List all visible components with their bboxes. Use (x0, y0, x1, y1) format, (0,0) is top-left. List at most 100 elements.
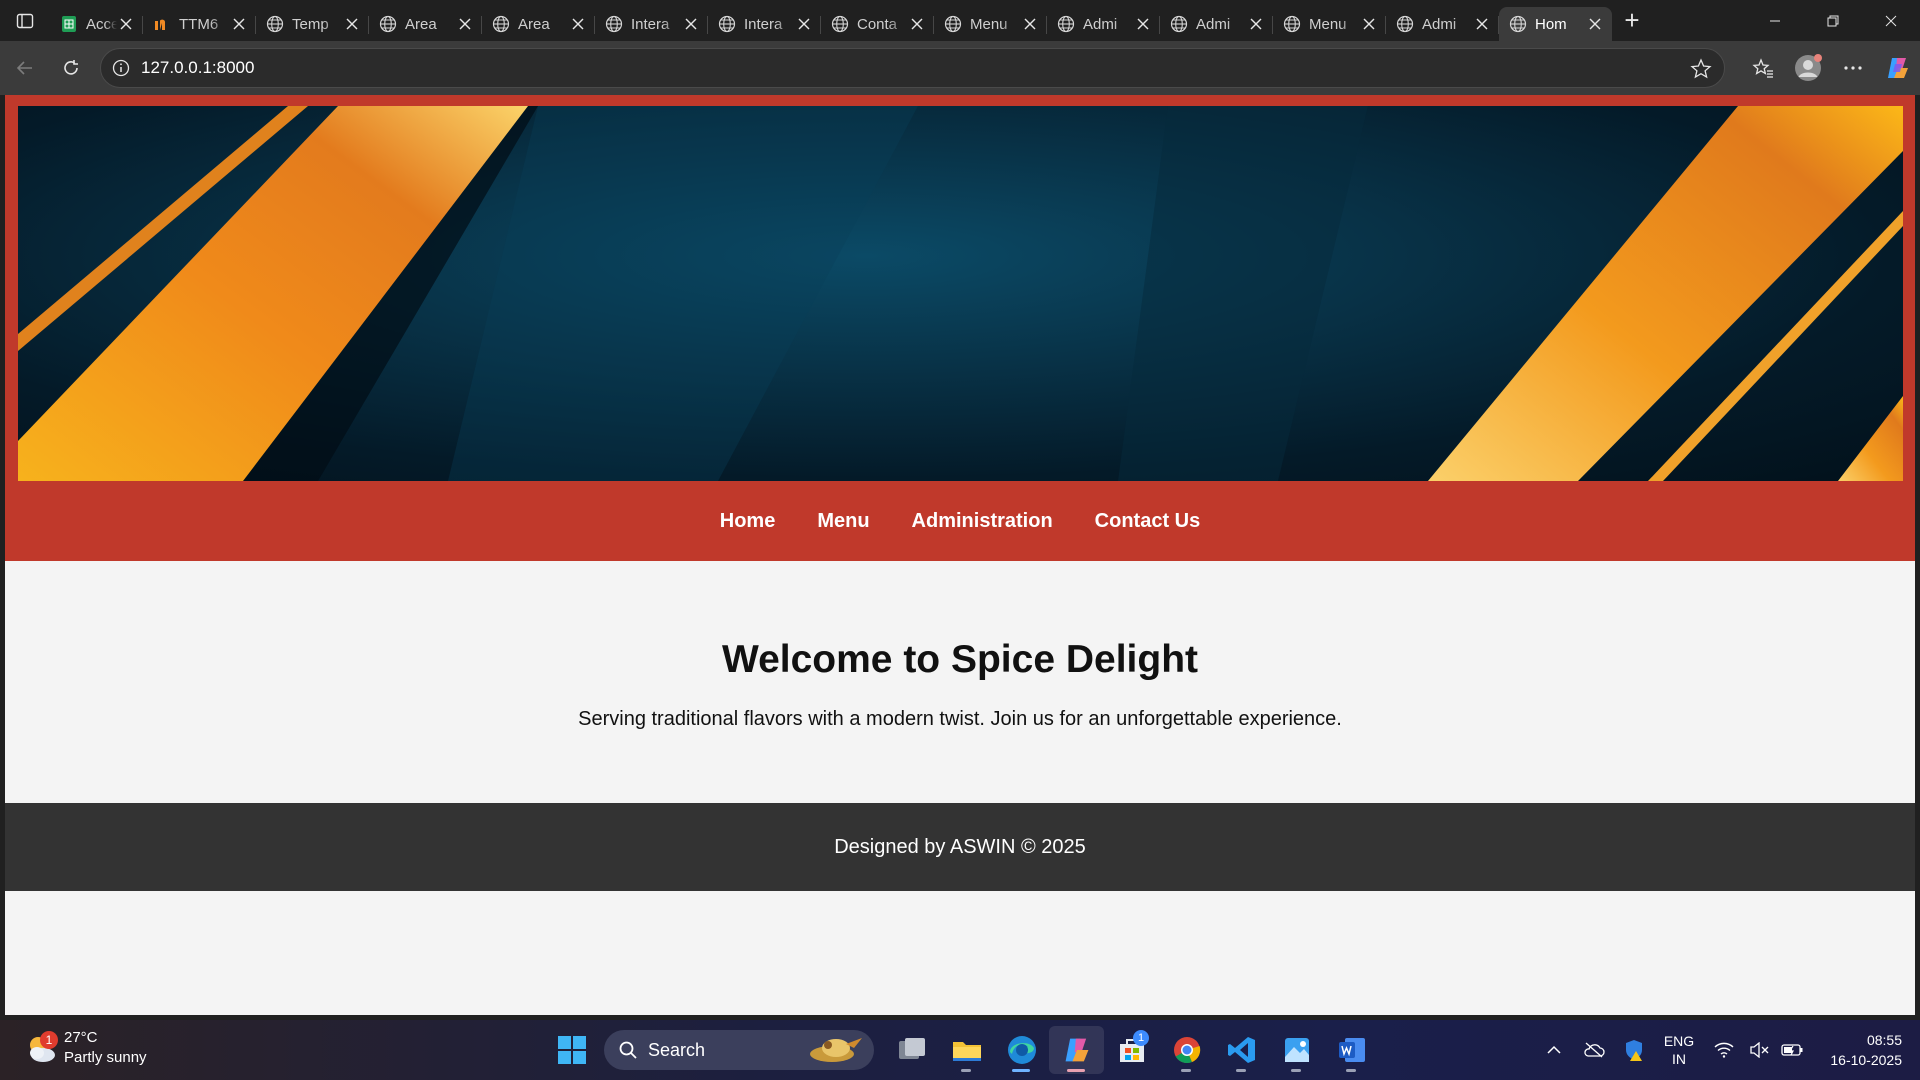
cloud-offline-icon (1584, 1042, 1605, 1058)
security-button[interactable] (1614, 1039, 1654, 1061)
page-title: Welcome to Spice Delight (721, 638, 1199, 681)
copilot-icon (1887, 58, 1908, 78)
banner-graphic (18, 106, 1903, 481)
chrome-icon (1173, 1037, 1200, 1064)
shield-warning-icon (1626, 1040, 1642, 1061)
browser-tab[interactable]: Menu (1273, 7, 1386, 41)
refresh-button[interactable] (48, 48, 94, 88)
close-icon[interactable] (908, 15, 926, 33)
vscode-icon (1227, 1037, 1255, 1063)
battery-button[interactable] (1774, 1043, 1810, 1057)
close-icon[interactable] (343, 15, 361, 33)
globe-icon (1509, 15, 1527, 33)
volume-muted-icon (1750, 1042, 1769, 1058)
minimize-icon (1770, 20, 1780, 21)
tab-title: Conta (857, 15, 898, 33)
nav-contact-us-link[interactable]: Contact Us (1095, 510, 1201, 533)
word-app[interactable] (1324, 1026, 1379, 1074)
close-icon[interactable] (1586, 15, 1604, 33)
globe-icon (1283, 15, 1301, 33)
browser-tab[interactable]: Conta (821, 7, 934, 41)
photos-app[interactable] (1269, 1026, 1324, 1074)
task-view-button[interactable] (884, 1026, 939, 1074)
vscode-app[interactable] (1214, 1026, 1269, 1074)
site-info-icon[interactable] (101, 59, 141, 77)
microsoft-store-app[interactable]: 1 (1104, 1026, 1159, 1074)
close-icon[interactable] (456, 15, 474, 33)
weather-temperature: 27°C (64, 1029, 98, 1046)
taskbar-search[interactable]: Search (604, 1030, 874, 1070)
tab-strip: Access TTM6 Temp Area Area Intera Intera Conta M… (0, 0, 1920, 41)
nav-administration-link[interactable]: Administration (912, 510, 1053, 533)
new-tab-button[interactable]: + (1612, 0, 1652, 41)
more-options-button[interactable] (1830, 48, 1875, 88)
close-icon[interactable] (1134, 15, 1152, 33)
restore-icon (1827, 15, 1839, 26)
browser-tab[interactable]: Admi (1160, 7, 1273, 41)
tab-actions-button[interactable] (0, 0, 50, 41)
close-icon[interactable] (117, 15, 135, 33)
start-button[interactable] (548, 1026, 596, 1074)
browser-tab[interactable]: Admi (1386, 7, 1499, 41)
back-button[interactable] (2, 48, 48, 88)
search-label: Search (648, 1039, 706, 1060)
weather-widget[interactable]: 1 27°C Partly sunny (24, 1028, 147, 1068)
close-icon (1885, 15, 1897, 26)
edge-app[interactable] (994, 1026, 1049, 1074)
language-indicator[interactable]: ENG IN (1654, 1032, 1704, 1068)
site-footer: Designed by ASWIN © 2025 (5, 803, 1915, 891)
nav-menu-link[interactable]: Menu (817, 510, 869, 533)
close-icon[interactable] (1473, 15, 1491, 33)
browser-tab[interactable]: TTM6 (143, 7, 256, 41)
close-window-button[interactable] (1862, 0, 1920, 41)
tab-title: Menu (970, 15, 1008, 33)
browser-tab[interactable]: Access (50, 7, 143, 41)
nav-home-link[interactable]: Home (720, 510, 776, 533)
store-badge: 1 (1133, 1030, 1149, 1046)
address-bar[interactable]: 127.0.0.1:8000 (100, 48, 1725, 88)
wifi-button[interactable] (1704, 1042, 1744, 1058)
browser-tab[interactable]: Area (369, 7, 482, 41)
browser-tab[interactable]: Admi (1047, 7, 1160, 41)
onedrive-button[interactable] (1574, 1042, 1614, 1058)
profile-button[interactable] (1785, 48, 1830, 88)
copilot-button[interactable] (1875, 48, 1920, 88)
close-icon[interactable] (1360, 15, 1378, 33)
edge-browser-icon (1007, 1036, 1036, 1064)
system-tray: ENG IN 08:55 16-10-2025 (1534, 1020, 1920, 1080)
tab-title: Admi (1422, 15, 1457, 33)
close-icon[interactable] (682, 15, 700, 33)
browser-tab[interactable]: Intera (708, 7, 821, 41)
minimize-button[interactable] (1746, 0, 1804, 41)
volume-button[interactable] (1744, 1042, 1774, 1058)
search-highlight-image (810, 1038, 862, 1062)
browser-tab[interactable]: Menu (934, 7, 1047, 41)
close-icon[interactable] (1247, 15, 1265, 33)
globe-icon (492, 15, 510, 33)
close-icon[interactable] (230, 15, 248, 33)
clock[interactable]: 08:55 16-10-2025 (1810, 1030, 1920, 1070)
globe-icon (718, 15, 736, 33)
browser-tab[interactable]: Intera (595, 7, 708, 41)
globe-icon (605, 15, 623, 33)
tab-title: Menu (1309, 15, 1347, 33)
globe-icon (266, 15, 284, 33)
chrome-app[interactable] (1159, 1026, 1214, 1074)
clock-date: 16-10-2025 (1830, 1052, 1902, 1068)
tab-title: Access (86, 15, 117, 33)
browser-tab[interactable]: Area (482, 7, 595, 41)
windows-logo-icon (558, 1036, 586, 1064)
show-hidden-icons-button[interactable] (1534, 1045, 1574, 1055)
favorites-button[interactable] (1740, 48, 1785, 88)
chevron-up-icon (1547, 1045, 1561, 1054)
copilot-app[interactable] (1049, 1026, 1104, 1074)
favorite-star-icon[interactable] (1690, 58, 1712, 85)
close-icon[interactable] (569, 15, 587, 33)
close-icon[interactable] (1021, 15, 1039, 33)
browser-tab[interactable]: Hom (1499, 7, 1612, 41)
file-explorer-app[interactable] (939, 1026, 994, 1074)
restore-button[interactable] (1804, 0, 1862, 41)
header-banner-image (18, 106, 1903, 481)
browser-tab[interactable]: Temp (256, 7, 369, 41)
close-icon[interactable] (795, 15, 813, 33)
